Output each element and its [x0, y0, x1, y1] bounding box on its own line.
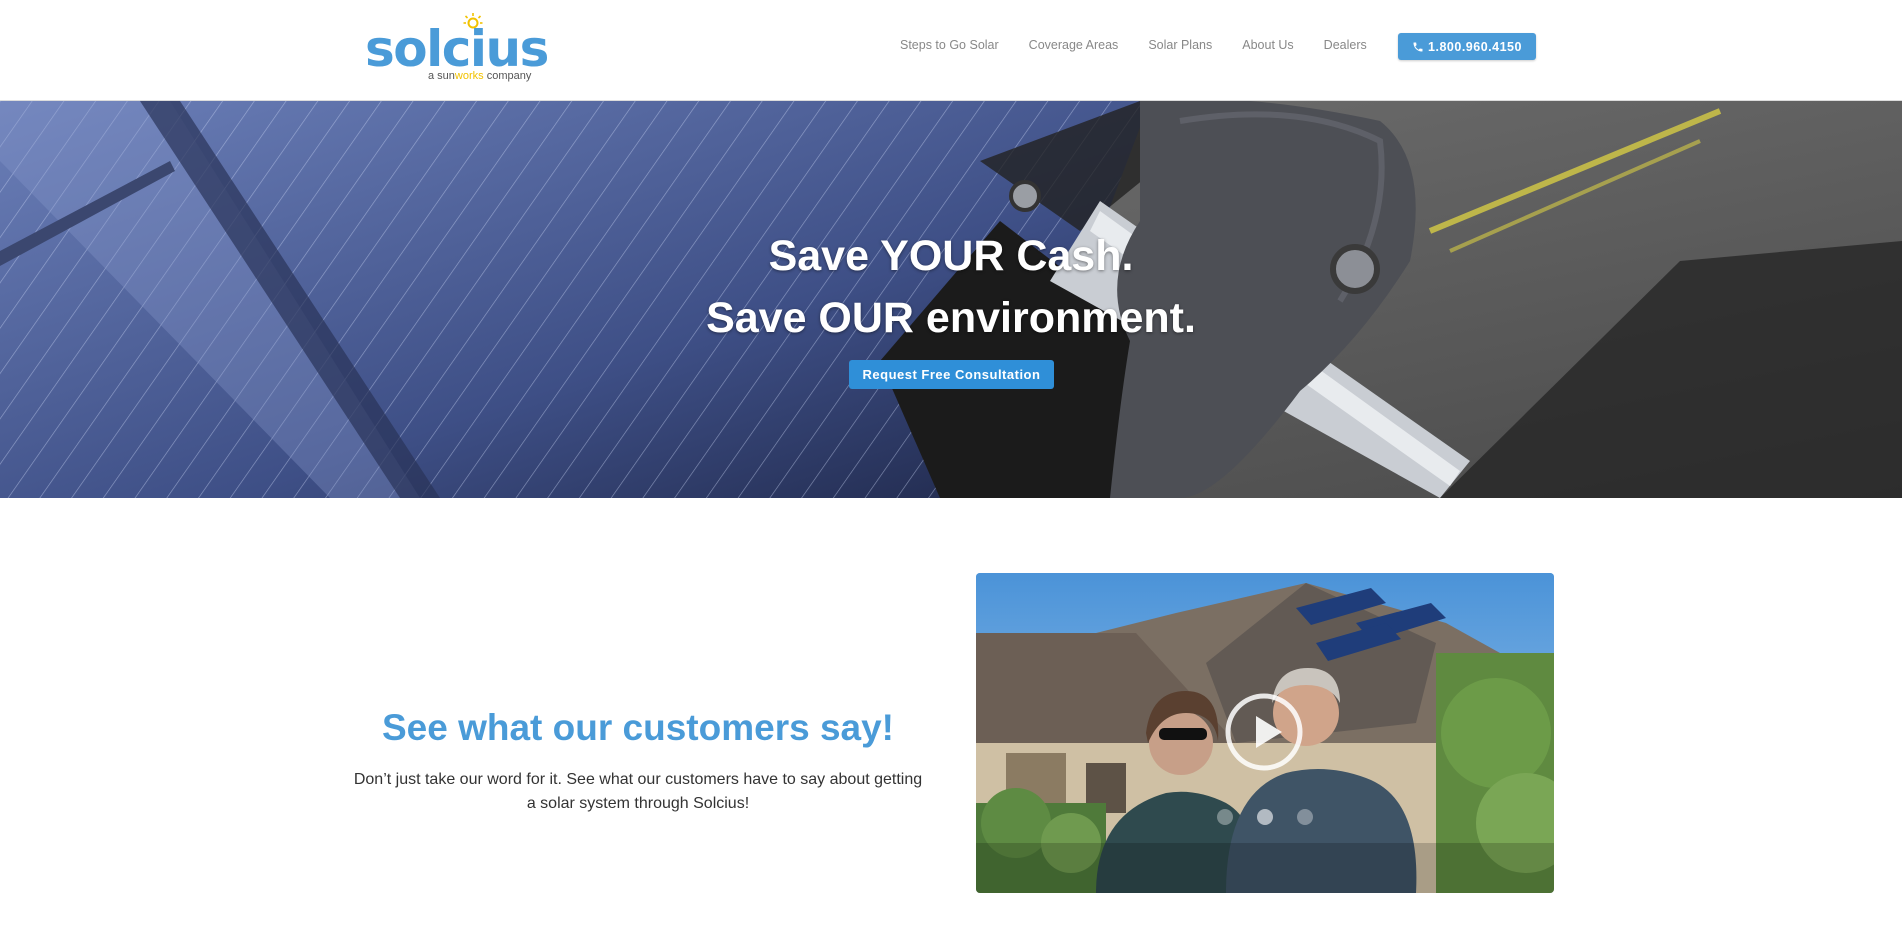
slide-dot-3[interactable] — [1297, 809, 1313, 825]
main-nav: Steps to Go Solar Coverage Areas Solar P… — [900, 34, 1397, 56]
phone-icon — [1413, 42, 1423, 51]
nav-dealers[interactable]: Dealers — [1324, 34, 1367, 56]
phone-button[interactable]: 1.800.960.4150 — [1398, 33, 1536, 60]
solcius-logo[interactable]: solcius a sunworks company — [365, 12, 549, 84]
nav-about-us[interactable]: About Us — [1242, 34, 1293, 56]
phone-number: 1.800.960.4150 — [1428, 39, 1522, 54]
nav-steps-to-go-solar[interactable]: Steps to Go Solar — [900, 34, 999, 56]
nav-coverage-areas[interactable]: Coverage Areas — [1029, 34, 1119, 56]
nav-solar-plans[interactable]: Solar Plans — [1148, 34, 1212, 56]
logo-wordmark: solcius — [365, 20, 549, 78]
hero-headline-line2: Save OUR environment. — [706, 294, 1196, 342]
testimonials-title: See what our customers say! — [381, 706, 895, 748]
hero-banner: Save YOUR Cash. Save OUR environment. Re… — [0, 101, 1902, 498]
slide-dot-1[interactable] — [1217, 809, 1233, 825]
logo-tagline: a sunworks company — [428, 70, 532, 82]
site-header: solcius a sunworks company Steps to Go S… — [0, 0, 1902, 101]
play-icon[interactable] — [1224, 692, 1304, 772]
testimonials-text: Don’t just take our word for it. See wha… — [353, 771, 923, 812]
slide-dot-2[interactable] — [1257, 809, 1273, 825]
slide-indicators — [976, 809, 1554, 825]
testimonial-video[interactable] — [976, 573, 1554, 893]
request-consultation-button[interactable]: Request Free Consultation — [849, 360, 1054, 389]
hero-headline-line1: Save YOUR Cash. — [768, 232, 1134, 280]
